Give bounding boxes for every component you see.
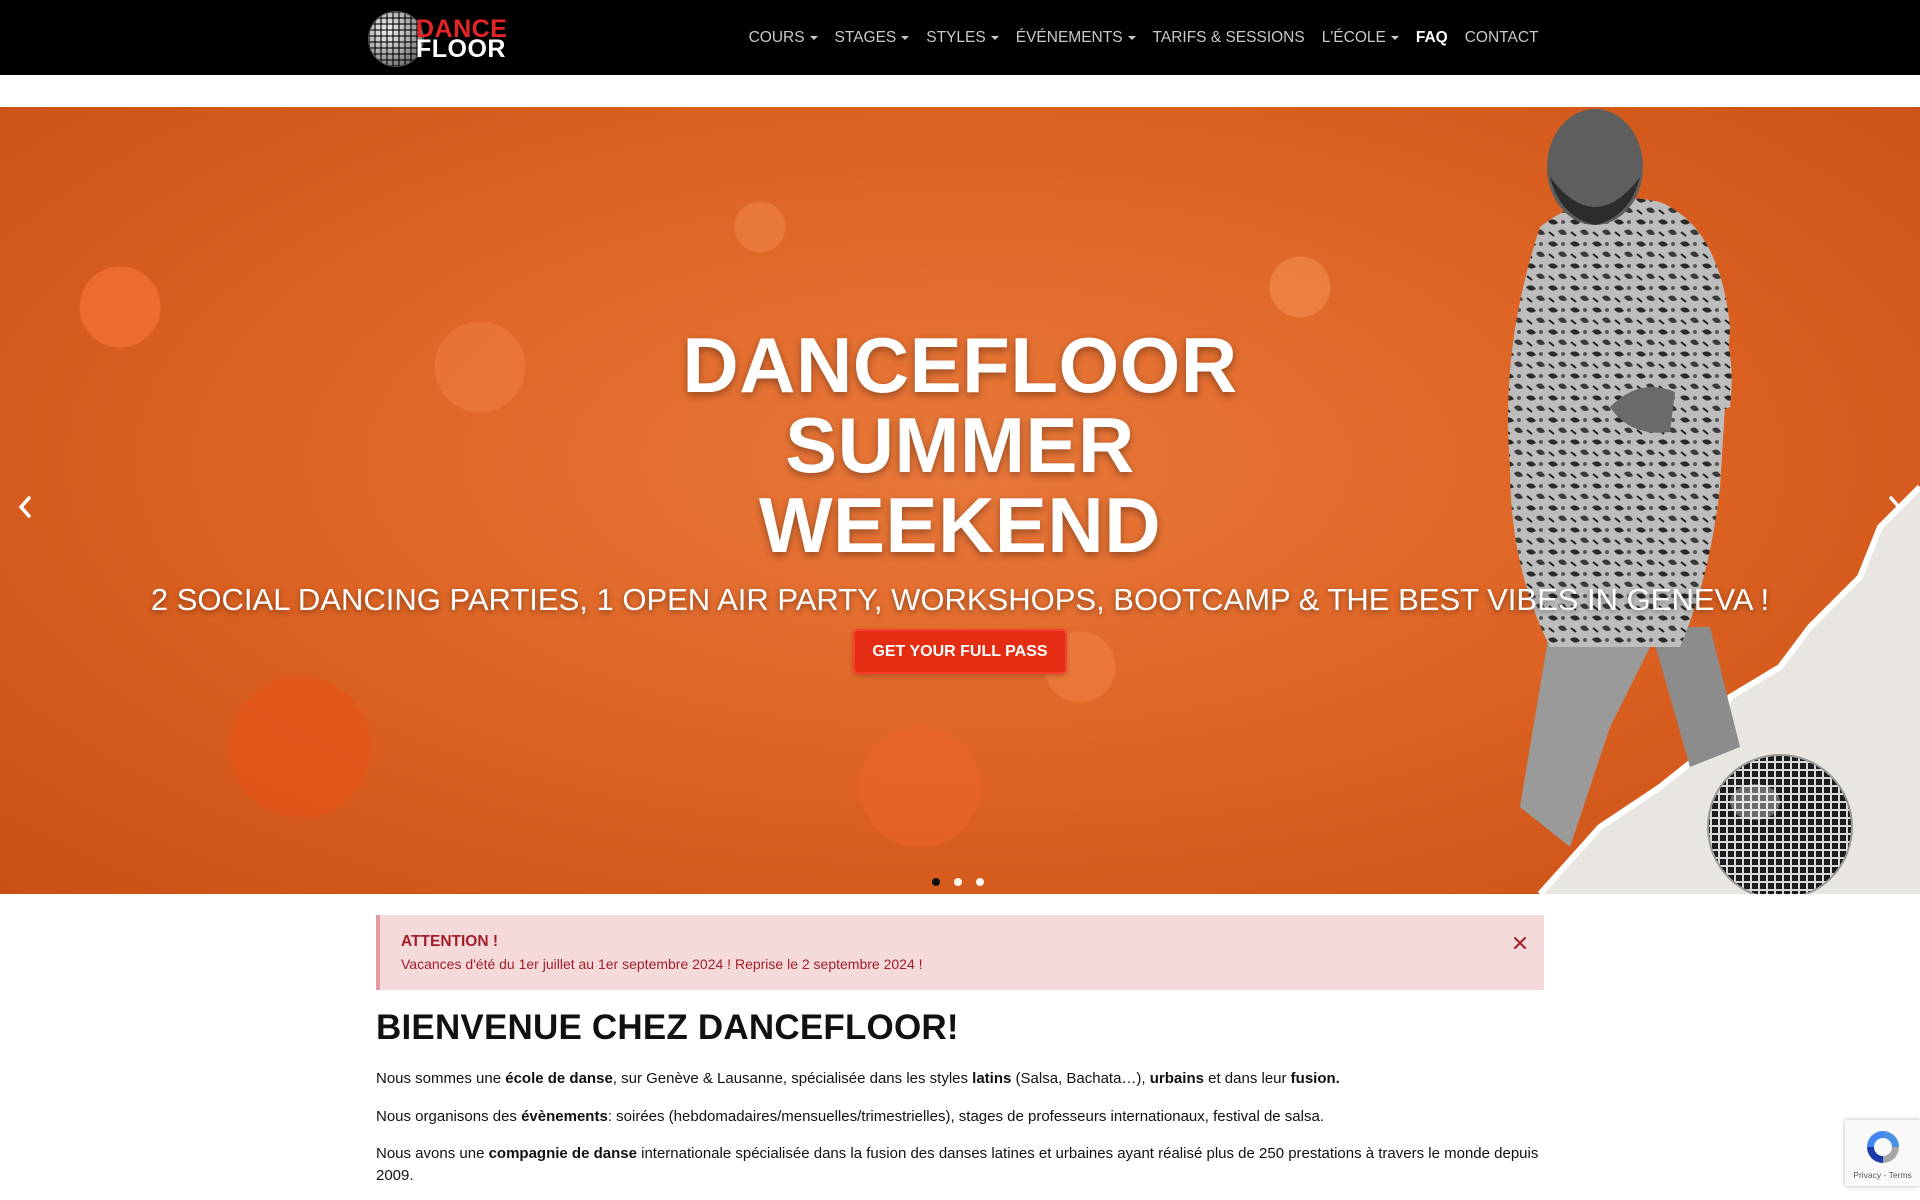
vacation-alert: ATTENTION ! Vacances d'été du 1er juille…	[376, 915, 1544, 990]
alert-title: ATTENTION !	[401, 933, 499, 950]
recaptcha-icon	[1867, 1131, 1899, 1163]
p3-bold-compagnie: compagnie de danse	[488, 1145, 637, 1162]
hero-title: DANCEFLOOR SUMMER WEEKEND	[0, 325, 1920, 565]
carousel-indicator-3[interactable]	[976, 878, 984, 886]
carousel-prev-button[interactable]	[10, 487, 40, 527]
caret-down-icon	[1390, 35, 1399, 40]
p2-text-c: : soirées (hebdomadaires/mensuelles/trim…	[607, 1108, 1324, 1125]
p1-text-g: et dans leur	[1203, 1070, 1291, 1087]
p3-text-a: Nous avons une	[376, 1145, 489, 1162]
chevron-right-icon	[1889, 496, 1901, 518]
p1-bold-fusion: fusion.	[1290, 1070, 1340, 1087]
main-nav: COURS STAGES STYLES ÉVÉNEMENTS TARIFS & …	[740, 0, 1547, 75]
nav-label-styles: STYLES	[926, 28, 986, 46]
nav-label-evenements: ÉVÉNEMENTS	[1015, 28, 1123, 46]
logo-line-2: FLOOR	[416, 35, 506, 63]
p1-text-c: , sur Genève & Lausanne, spécialisée dan…	[612, 1070, 973, 1087]
p2-bold-evenements: évènements	[521, 1108, 608, 1125]
intro-paragraph-1: Nous sommes une école de danse, sur Genè…	[376, 1068, 1546, 1090]
p1-bold-latins: latins	[972, 1070, 1012, 1087]
alert-close-button[interactable]	[1510, 933, 1530, 953]
nav-label-faq: FAQ	[1415, 28, 1448, 46]
caret-down-icon	[1127, 35, 1136, 40]
p1-text-e: (Salsa, Bachata…),	[1011, 1070, 1150, 1087]
nav-item-styles[interactable]: STYLES	[918, 29, 1007, 47]
nav-label-stages: STAGES	[834, 28, 897, 46]
nav-item-evenements[interactable]: ÉVÉNEMENTS	[1007, 29, 1144, 47]
p1-bold-urbains: urbains	[1149, 1070, 1204, 1087]
carousel-indicator-2[interactable]	[954, 878, 962, 886]
nav-label-cours: COURS	[748, 28, 805, 46]
hero-title-line-2: SUMMER	[785, 401, 1135, 489]
logo-wordmark: DANCE FLOOR	[416, 16, 507, 63]
p1-bold-ecole: école de danse	[505, 1070, 613, 1087]
nav-item-tarifs[interactable]: TARIFS & SESSIONS	[1144, 29, 1313, 47]
site-logo[interactable]: DANCE FLOOR	[368, 11, 528, 67]
carousel-next-button[interactable]	[1880, 487, 1910, 527]
recaptcha-links[interactable]: Privacy - Terms	[1845, 1170, 1920, 1180]
hero-carousel: DANCEFLOOR SUMMER WEEKEND 2 SOCIAL DANCI…	[0, 107, 1920, 894]
nav-label-contact: CONTACT	[1464, 28, 1539, 46]
recaptcha-badge[interactable]: Privacy - Terms	[1845, 1120, 1920, 1186]
navbar: DANCE FLOOR COURS STAGES STYLES ÉVÉNEMEN…	[0, 0, 1920, 75]
nav-label-tarifs: TARIFS & SESSIONS	[1152, 28, 1305, 46]
p1-text-a: Nous sommes une	[376, 1070, 506, 1087]
caret-down-icon	[901, 35, 910, 40]
nav-label-ecole: L'ÉCOLE	[1321, 28, 1386, 46]
get-full-pass-button[interactable]: GET YOUR FULL PASS	[853, 629, 1067, 674]
nav-item-ecole[interactable]: L'ÉCOLE	[1313, 29, 1407, 47]
nav-item-stages[interactable]: STAGES	[826, 29, 918, 47]
intro-paragraph-3: Nous avons une compagnie de danse intern…	[376, 1143, 1546, 1187]
p2-text-a: Nous organisons des	[376, 1108, 522, 1125]
welcome-heading: BIENVENUE CHEZ DANCEFLOOR!	[376, 1008, 959, 1047]
hero-title-line-3: WEEKEND	[758, 481, 1162, 569]
carousel-indicators	[932, 878, 984, 886]
nav-item-contact[interactable]: CONTACT	[1456, 29, 1547, 47]
nav-item-faq[interactable]: FAQ	[1407, 29, 1456, 47]
hero-subtitle: 2 SOCIAL DANCING PARTIES, 1 OPEN AIR PAR…	[150, 582, 1770, 617]
caret-down-icon	[990, 35, 999, 40]
intro-paragraph-2: Nous organisons des évènements: soirées …	[376, 1106, 1546, 1128]
alert-text: Vacances d'été du 1er juillet au 1er sep…	[401, 956, 923, 972]
caret-down-icon	[809, 35, 818, 40]
nav-item-cours[interactable]: COURS	[740, 29, 826, 47]
carousel-indicator-1[interactable]	[932, 878, 940, 886]
close-icon	[1514, 937, 1526, 949]
hero-title-line-1: DANCEFLOOR	[682, 321, 1238, 409]
chevron-left-icon	[19, 496, 31, 518]
